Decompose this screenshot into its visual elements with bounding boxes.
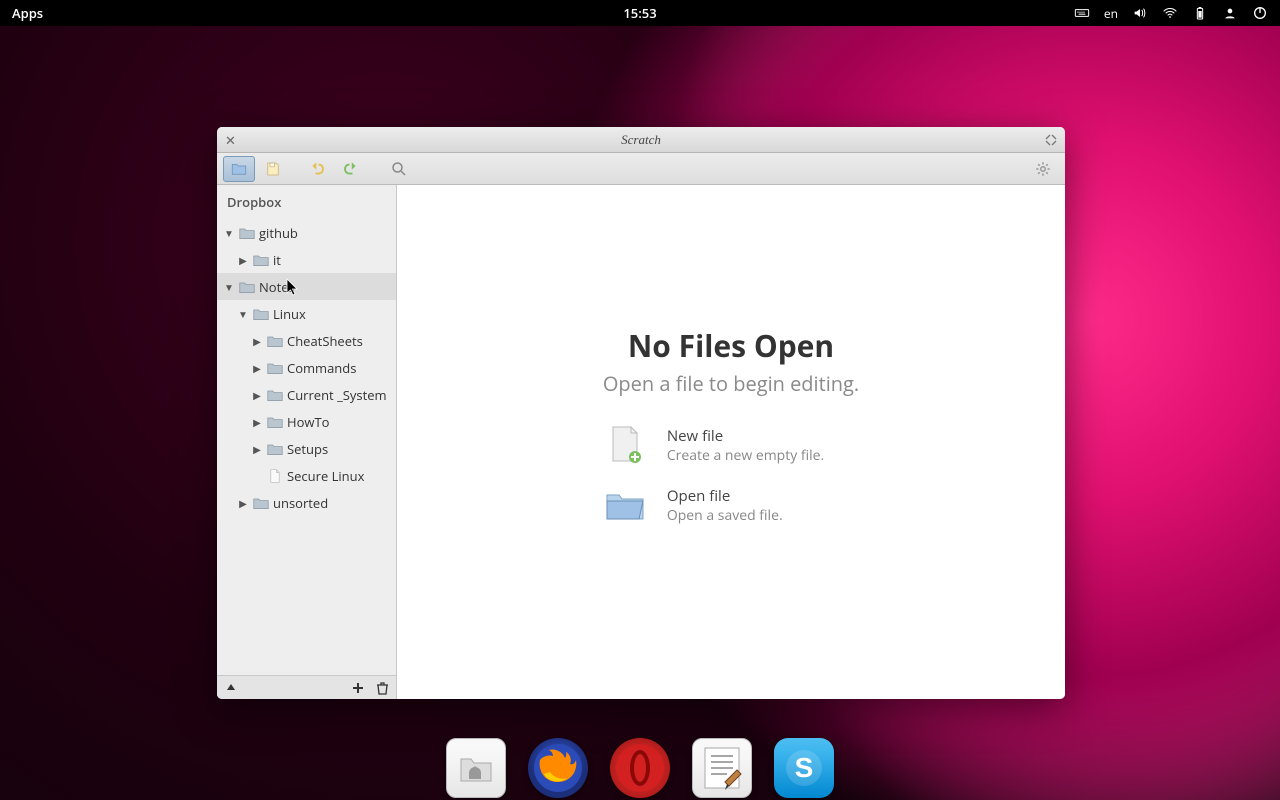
maximize-icon[interactable] xyxy=(1045,129,1057,151)
new-file-icon xyxy=(603,425,647,465)
tree-item-label: it xyxy=(273,251,281,269)
sidebar-header: Dropbox xyxy=(217,185,396,219)
sidebar: Dropbox ▼ github ▶ it ▼ Notes ▼ Linux ▶ CheatShee… xyxy=(217,185,397,699)
tree-item-notes[interactable]: ▼ Notes xyxy=(217,273,396,300)
search-button[interactable] xyxy=(383,156,415,182)
file-tree: ▼ github ▶ it ▼ Notes ▼ Linux ▶ CheatSheets ▶ Comma… xyxy=(217,219,396,675)
tree-item-label: github xyxy=(259,224,298,242)
disclosure-down-icon[interactable]: ▼ xyxy=(237,307,249,321)
tree-item-label: CheatSheets xyxy=(287,332,363,350)
keyboard-layout[interactable]: en xyxy=(1104,5,1118,22)
tree-item-cheatsheets[interactable]: ▶ CheatSheets xyxy=(217,327,396,354)
window-title: Scratch xyxy=(621,132,661,148)
redo-button[interactable] xyxy=(335,156,367,182)
tree-item-label: Notes xyxy=(259,278,295,296)
dock-item-firefox[interactable] xyxy=(528,738,588,798)
disclosure-right-icon[interactable]: ▶ xyxy=(237,253,249,267)
disclosure-right-icon[interactable]: ▶ xyxy=(251,361,263,375)
new-file-sub: Create a new empty file. xyxy=(667,446,824,465)
wifi-icon[interactable] xyxy=(1162,5,1178,21)
open-file-icon xyxy=(603,485,647,525)
empty-title: No Files Open xyxy=(603,325,859,366)
tree-item-label: HowTo xyxy=(287,413,329,431)
tree-item-secure-linux[interactable]: Secure Linux xyxy=(217,462,396,489)
top-panel: Apps 15:53 en xyxy=(0,0,1280,26)
undo-button[interactable] xyxy=(301,156,333,182)
new-file-action[interactable]: New file Create a new empty file. xyxy=(603,425,859,465)
tree-item-howto[interactable]: ▶ HowTo xyxy=(217,408,396,435)
volume-icon[interactable] xyxy=(1132,5,1148,21)
dock-item-skype[interactable]: S xyxy=(774,738,834,798)
tree-item-unsorted[interactable]: ▶ unsorted xyxy=(217,489,396,516)
system-tray: en xyxy=(1074,5,1268,22)
open-file-sub: Open a saved file. xyxy=(667,506,783,525)
new-file-title: New file xyxy=(667,426,824,446)
dock-item-text-editor[interactable] xyxy=(692,738,752,798)
battery-icon[interactable] xyxy=(1192,5,1208,21)
empty-subtitle: Open a file to begin editing. xyxy=(603,370,859,397)
tree-item-github[interactable]: ▼ github xyxy=(217,219,396,246)
dock-item-files[interactable] xyxy=(446,738,506,798)
tree-item-label: Current _System xyxy=(287,386,387,404)
sidebar-footer xyxy=(217,675,396,699)
disclosure-right-icon[interactable]: ▶ xyxy=(251,442,263,456)
user-icon[interactable] xyxy=(1222,5,1238,21)
tree-item-label: Secure Linux xyxy=(287,467,364,485)
collapse-up-button[interactable] xyxy=(221,678,241,698)
dock-item-opera[interactable] xyxy=(610,738,670,798)
keyboard-icon[interactable] xyxy=(1074,5,1090,21)
power-icon[interactable] xyxy=(1252,5,1268,21)
open-file-title: Open file xyxy=(667,486,783,506)
scratch-window: ✕ Scratch Dropbox ▼ github ▶ it ▼ Notes ▼ Linux… xyxy=(217,127,1065,699)
open-folder-button[interactable] xyxy=(223,156,255,182)
toolbar xyxy=(217,153,1065,185)
disclosure-right-icon[interactable]: ▶ xyxy=(237,496,249,510)
settings-button[interactable] xyxy=(1027,156,1059,182)
disclosure-right-icon[interactable]: ▶ xyxy=(251,415,263,429)
disclosure-right-icon[interactable]: ▶ xyxy=(251,388,263,402)
titlebar[interactable]: ✕ Scratch xyxy=(217,127,1065,153)
tree-item-label: Commands xyxy=(287,359,356,377)
apps-menu[interactable]: Apps xyxy=(12,4,43,22)
editor-content: No Files Open Open a file to begin editi… xyxy=(397,185,1065,699)
add-button[interactable] xyxy=(348,678,368,698)
clock[interactable]: 15:53 xyxy=(623,4,656,22)
dock: S xyxy=(428,728,852,800)
tree-item-label: Setups xyxy=(287,440,328,458)
tree-item-commands[interactable]: ▶ Commands xyxy=(217,354,396,381)
disclosure-right-icon[interactable]: ▶ xyxy=(251,334,263,348)
tree-item-current-system[interactable]: ▶ Current _System xyxy=(217,381,396,408)
tree-item-linux[interactable]: ▼ Linux xyxy=(217,300,396,327)
empty-state: No Files Open Open a file to begin editi… xyxy=(603,325,859,525)
delete-button[interactable] xyxy=(372,678,392,698)
svg-text:S: S xyxy=(795,752,814,783)
tree-item-setups[interactable]: ▶ Setups xyxy=(217,435,396,462)
tree-item-it[interactable]: ▶ it xyxy=(217,246,396,273)
close-icon[interactable]: ✕ xyxy=(225,131,236,149)
disclosure-down-icon[interactable]: ▼ xyxy=(223,226,235,240)
disclosure-down-icon[interactable]: ▼ xyxy=(223,280,235,294)
tree-item-label: unsorted xyxy=(273,494,328,512)
save-button[interactable] xyxy=(257,156,289,182)
tree-item-label: Linux xyxy=(273,305,306,323)
open-file-action[interactable]: Open file Open a saved file. xyxy=(603,485,859,525)
